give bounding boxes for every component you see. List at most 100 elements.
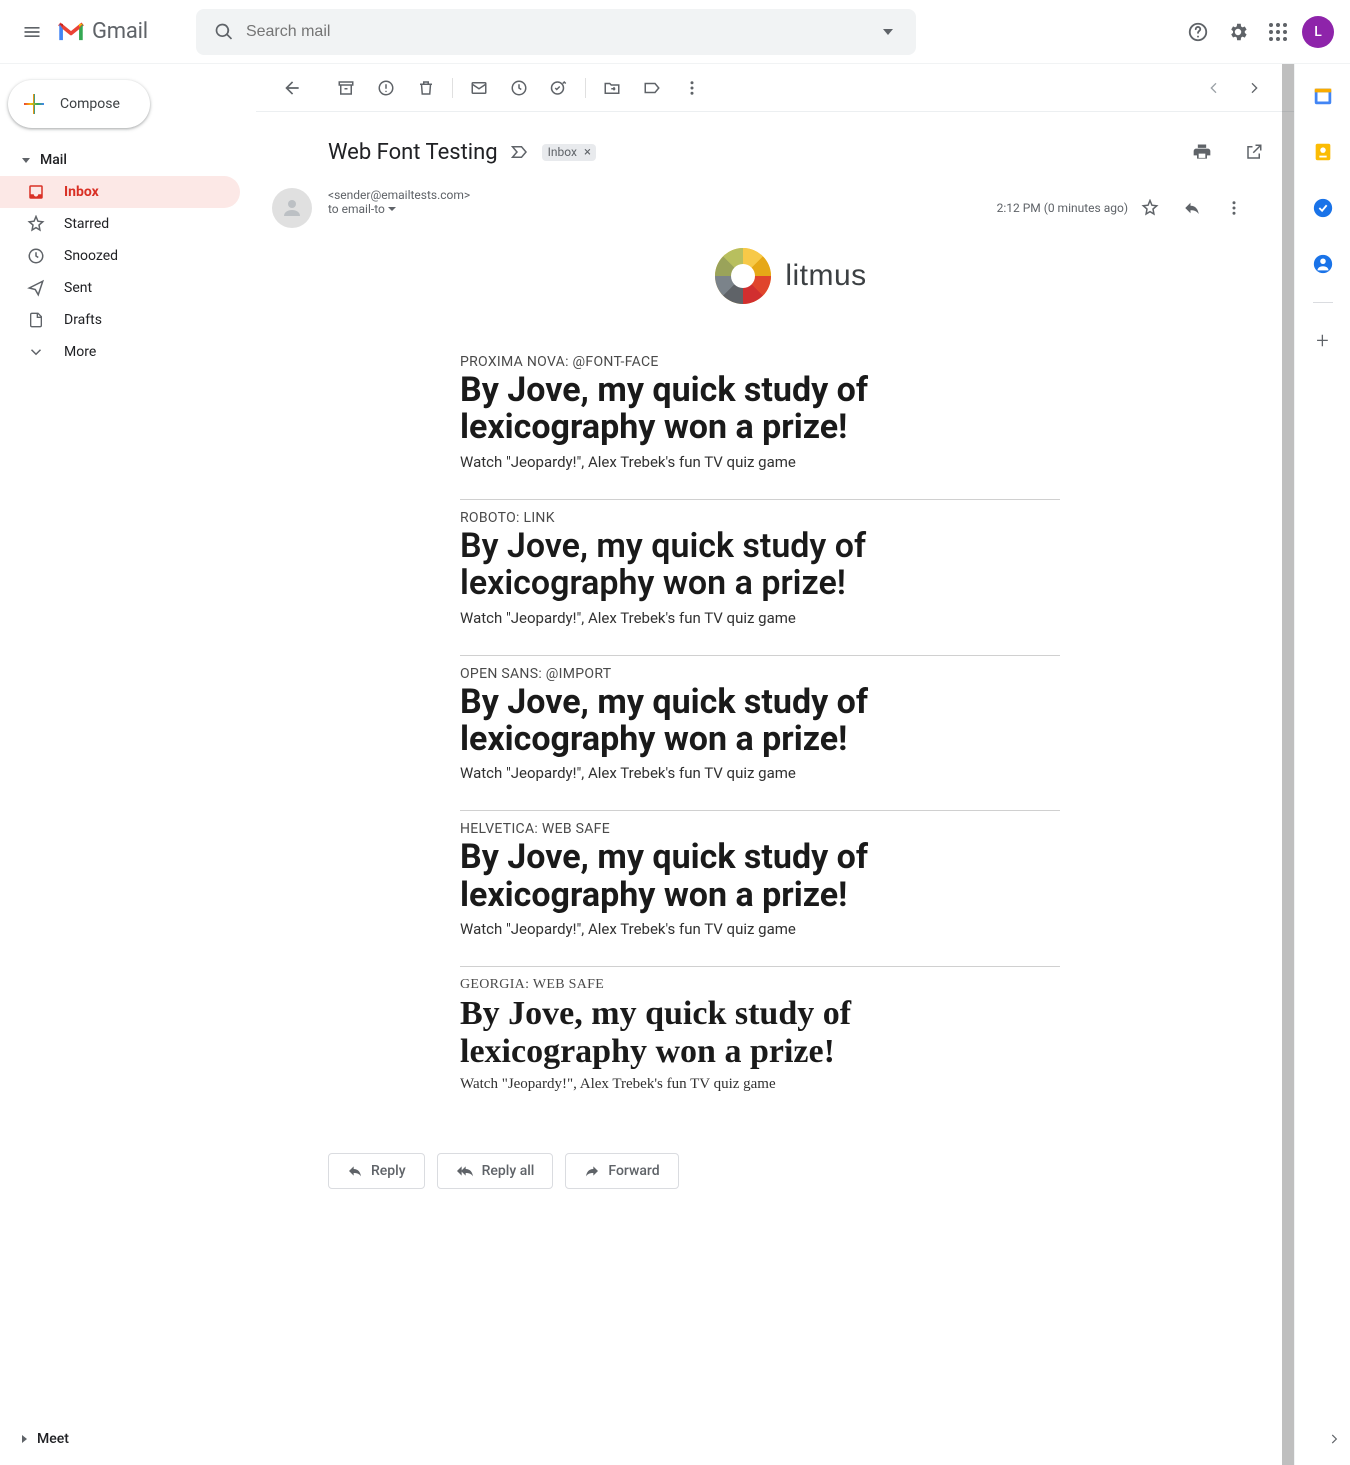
gmail-logo[interactable]: Gmail [56, 19, 148, 44]
divider [1313, 302, 1333, 303]
nav-item-label: More [64, 344, 96, 360]
message-content: Web Font Testing Inbox × <sender@emailte [256, 64, 1294, 1465]
mark-unread-icon[interactable] [459, 68, 499, 108]
chevron-down-icon [26, 342, 46, 362]
clock-icon [26, 246, 46, 266]
reply-icon[interactable] [1172, 188, 1212, 228]
back-icon[interactable] [272, 68, 312, 108]
nav-item-label: Snoozed [64, 248, 118, 264]
litmus-logo-icon [715, 248, 771, 304]
important-marker-icon[interactable] [510, 142, 530, 162]
font-sample-block: PROXIMA NOVA: @FONT-FACE By Jove, my qui… [328, 344, 928, 499]
font-sample-key: ROBOTO: LINK [460, 510, 928, 526]
labels-icon[interactable] [632, 68, 672, 108]
keep-addon-icon[interactable] [1303, 132, 1343, 172]
email-brand-row: litmus [328, 248, 1254, 304]
litmus-wordmark: litmus [785, 259, 866, 293]
message-time: 2:12 PM (0 minutes ago) [997, 201, 1128, 215]
reply-button[interactable]: Reply [328, 1153, 425, 1189]
meet-section-header[interactable]: Meet [0, 1421, 256, 1457]
inbox-icon [26, 182, 46, 202]
newer-icon[interactable] [1234, 68, 1274, 108]
reply-all-button[interactable]: Reply all [437, 1153, 554, 1189]
move-to-icon[interactable] [592, 68, 632, 108]
open-new-window-icon[interactable] [1234, 132, 1274, 172]
hamburger-menu-icon[interactable] [8, 8, 56, 56]
plus-icon [22, 92, 46, 116]
nav-item-label: Drafts [64, 312, 102, 328]
scrollbar[interactable] [1282, 64, 1294, 1465]
more-icon[interactable] [672, 68, 712, 108]
mail-section-header[interactable]: Mail [0, 144, 256, 176]
nav-snoozed[interactable]: Snoozed [0, 240, 240, 272]
forward-button[interactable]: Forward [565, 1153, 678, 1189]
remove-label-icon[interactable]: × [581, 145, 594, 160]
subject-row: Web Font Testing Inbox × [256, 112, 1294, 180]
left-nav: Compose Mail Inbox Starred Snoozed [0, 64, 256, 1465]
spam-icon[interactable] [366, 68, 406, 108]
print-icon[interactable] [1182, 132, 1222, 172]
more-message-icon[interactable] [1214, 188, 1254, 228]
draft-icon [26, 310, 46, 330]
font-sample-block: ROBOTO: LINK By Jove, my quick study of … [328, 500, 928, 655]
recipient-toggle[interactable]: to email-to [328, 202, 997, 216]
font-sample-headline: By Jove, my quick study of lexicography … [460, 995, 928, 1070]
chevron-down-icon [22, 158, 30, 163]
settings-gear-icon[interactable] [1218, 12, 1258, 52]
nav-sent[interactable]: Sent [0, 272, 240, 304]
account-avatar[interactable]: L [1302, 16, 1334, 48]
support-icon[interactable] [1178, 12, 1218, 52]
font-sample-headline: By Jove, my quick study of lexicography … [460, 839, 928, 914]
message-header: <sender@emailtests.com> to email-to 2:12… [272, 188, 1254, 228]
font-sample-key: GEORGIA: WEB SAFE [460, 977, 928, 993]
font-sample-sub: Watch "Jeopardy!", Alex Trebek's fun TV … [460, 1076, 928, 1093]
nav-starred[interactable]: Starred [0, 208, 240, 240]
font-sample-sub: Watch "Jeopardy!", Alex Trebek's fun TV … [460, 920, 928, 938]
send-icon [26, 278, 46, 298]
search-icon[interactable] [204, 22, 244, 42]
side-panel: + [1294, 64, 1350, 1465]
delete-icon[interactable] [406, 68, 446, 108]
search-options-icon[interactable] [868, 12, 908, 52]
get-addons-icon[interactable]: + [1303, 321, 1343, 361]
font-sample-sub: Watch "Jeopardy!", Alex Trebek's fun TV … [460, 453, 928, 471]
nav-item-label: Inbox [64, 184, 99, 200]
app-header: Gmail L [0, 0, 1350, 64]
compose-label: Compose [60, 96, 120, 112]
font-sample-sub: Watch "Jeopardy!", Alex Trebek's fun TV … [460, 609, 928, 627]
google-apps-icon[interactable] [1258, 12, 1298, 52]
calendar-addon-icon[interactable] [1303, 76, 1343, 116]
inbox-label-chip[interactable]: Inbox × [542, 144, 596, 161]
star-icon [26, 214, 46, 234]
font-sample-block: OPEN SANS: @IMPORT By Jove, my quick stu… [328, 656, 928, 811]
chevron-right-icon [22, 1435, 27, 1443]
contacts-addon-icon[interactable] [1303, 244, 1343, 284]
collapse-side-panel-icon[interactable] [1318, 1423, 1350, 1455]
tasks-addon-icon[interactable] [1303, 188, 1343, 228]
search-bar[interactable] [196, 9, 916, 55]
chevron-down-icon [388, 207, 396, 211]
font-sample-headline: By Jove, my quick study of lexicography … [460, 528, 928, 603]
message-toolbar [256, 64, 1294, 112]
sender-avatar[interactable] [272, 188, 312, 228]
font-sample-key: PROXIMA NOVA: @FONT-FACE [460, 354, 928, 370]
nav-item-label: Starred [64, 216, 109, 232]
sender-address[interactable]: <sender@emailtests.com> [328, 188, 997, 202]
reply-bar: Reply Reply all Forward [256, 1129, 1294, 1209]
font-sample-block: HELVETICA: WEB SAFE By Jove, my quick st… [328, 811, 928, 966]
search-input[interactable] [244, 22, 868, 42]
gmail-wordmark: Gmail [92, 19, 148, 44]
font-sample-key: HELVETICA: WEB SAFE [460, 821, 928, 837]
snooze-icon[interactable] [499, 68, 539, 108]
star-message-icon[interactable] [1130, 188, 1170, 228]
older-icon[interactable] [1194, 68, 1234, 108]
nav-item-label: Sent [64, 280, 92, 296]
font-sample-block: GEORGIA: WEB SAFE By Jove, my quick stud… [328, 967, 928, 1121]
font-sample-headline: By Jove, my quick study of lexicography … [460, 372, 928, 447]
nav-drafts[interactable]: Drafts [0, 304, 240, 336]
add-task-icon[interactable] [539, 68, 579, 108]
nav-inbox[interactable]: Inbox [0, 176, 240, 208]
nav-more[interactable]: More [0, 336, 240, 368]
archive-icon[interactable] [326, 68, 366, 108]
compose-button[interactable]: Compose [8, 80, 150, 128]
